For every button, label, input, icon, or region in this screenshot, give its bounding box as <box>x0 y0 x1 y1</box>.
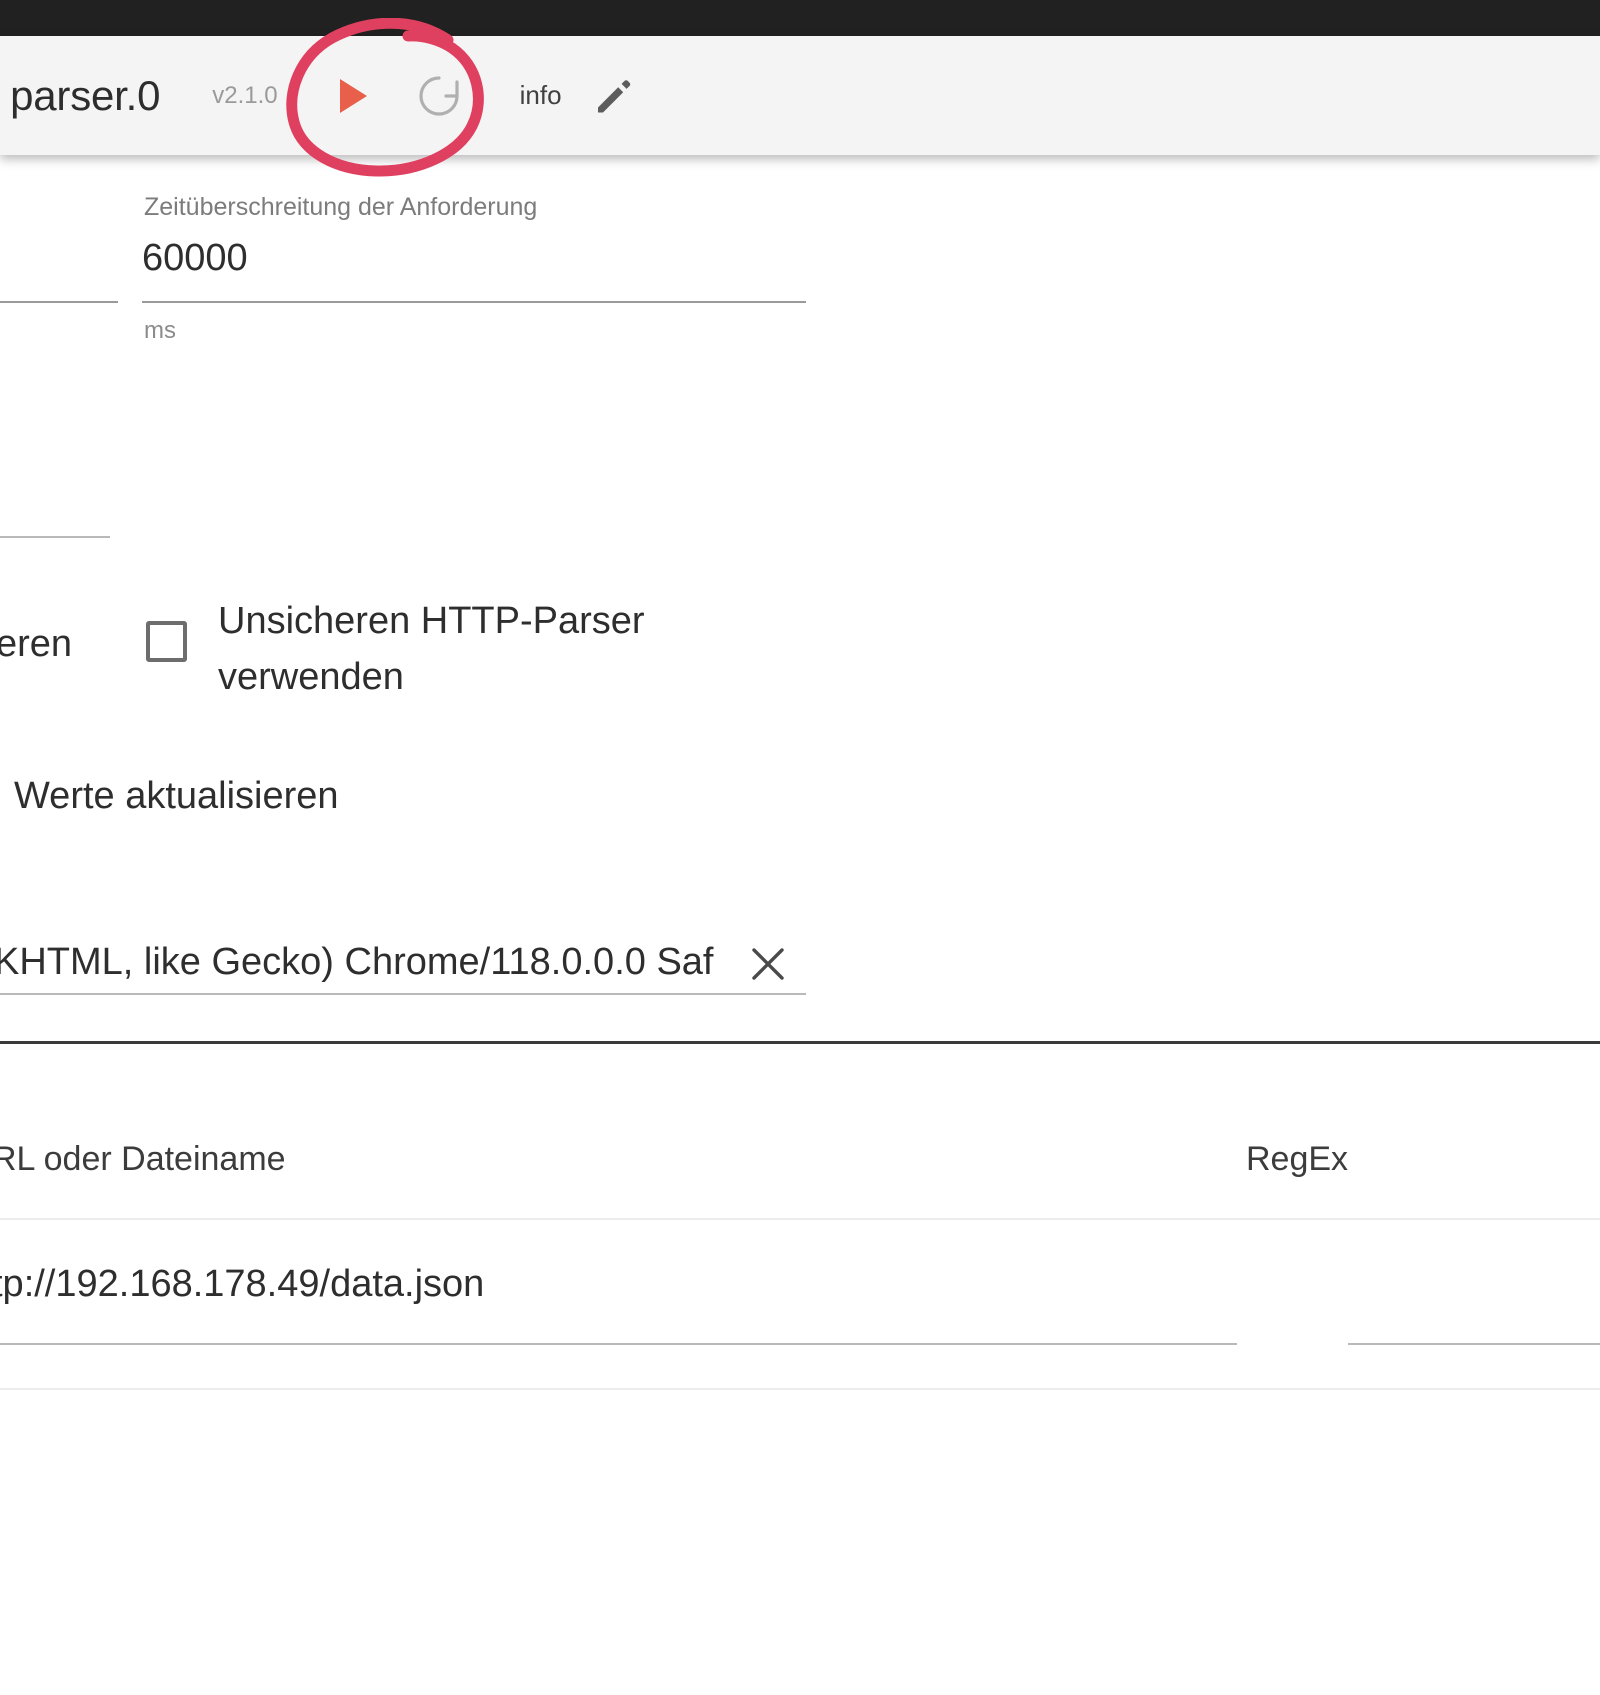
header-toolbar: n: parser.0 v2.1.0 info <box>0 36 634 155</box>
insecure-http-parser-checkbox[interactable] <box>146 621 187 662</box>
edit-settings-button[interactable] <box>590 74 634 118</box>
column-header-url: RL oder Dateiname <box>0 1140 286 1178</box>
update-values-label: Werte aktualisieren <box>14 775 339 817</box>
table-header-divider <box>0 1218 1600 1220</box>
left-cut-field-underline-2 <box>0 536 110 538</box>
request-timeout-input[interactable]: 60000 <box>142 237 248 280</box>
info-link[interactable]: info <box>520 80 562 111</box>
start-instance-button[interactable] <box>332 74 376 118</box>
pencil-icon <box>597 79 630 112</box>
insecure-http-parser-label[interactable]: Unsicheren HTTP-Parser verwenden <box>218 593 688 705</box>
table-top-divider <box>0 1041 1600 1044</box>
left-cut-checkbox-label: eren <box>0 623 73 665</box>
close-icon[interactable] <box>746 942 790 991</box>
version-label: v2.1.0 <box>212 81 278 109</box>
page-title: n: parser.0 <box>0 71 161 119</box>
play-icon <box>340 78 368 113</box>
column-header-regex: RegEx <box>1246 1140 1349 1178</box>
app-header: n: parser.0 v2.1.0 info <box>0 36 1600 155</box>
row-url-input[interactable]: tp://192.168.178.49/data.json <box>0 1263 484 1306</box>
row-regex-underline <box>1348 1343 1600 1345</box>
reload-icon <box>419 75 459 116</box>
user-agent-input[interactable]: KHTML, like Gecko) Chrome/118.0.0.0 Saf <box>0 941 713 984</box>
request-timeout-unit: ms <box>144 317 176 344</box>
restart-instance-button[interactable] <box>416 73 462 119</box>
system-title-bar <box>0 0 1600 36</box>
user-agent-underline <box>0 993 806 995</box>
request-timeout-label: Zeitüberschreitung der Anforderung <box>144 193 538 221</box>
settings-content: Zeitüberschreitung der Anforderung 60000… <box>0 155 1600 1695</box>
request-timeout-underline <box>142 301 806 303</box>
left-cut-field-underline <box>0 301 118 303</box>
row-url-underline <box>0 1343 1237 1345</box>
table-row-divider <box>0 1388 1600 1390</box>
